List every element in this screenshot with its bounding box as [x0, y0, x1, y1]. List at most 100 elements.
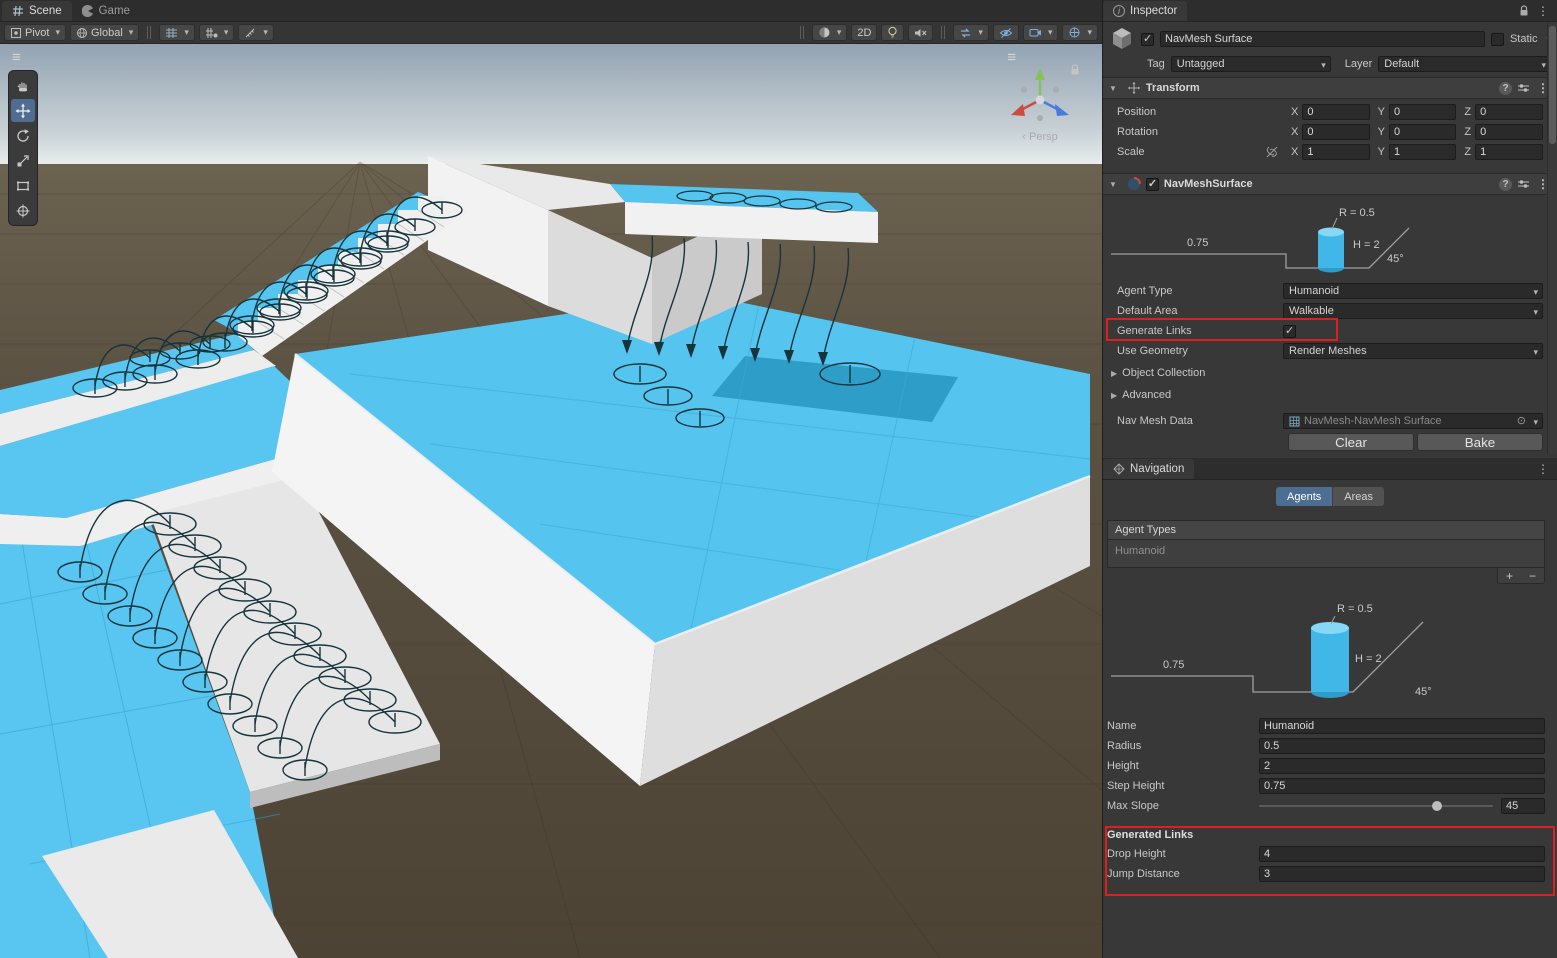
bake-button[interactable]: Bake [1417, 433, 1543, 451]
rotation-z-input[interactable] [1475, 124, 1543, 140]
shading-mode-dropdown[interactable] [812, 24, 848, 41]
2d-togg le-button[interactable]: 2D [851, 24, 877, 41]
gizmos-dropdown[interactable] [1062, 24, 1098, 41]
game-tab-label: Game [99, 5, 130, 17]
max-slope-input[interactable] [1501, 798, 1545, 814]
layer-dropdown[interactable]: Default [1378, 56, 1551, 72]
max-slope-slider-handle[interactable] [1432, 801, 1442, 811]
navigation-menu-icon[interactable]: ⋮ [1535, 462, 1551, 476]
position-y-input[interactable] [1389, 104, 1456, 120]
hand-tool[interactable] [11, 74, 35, 97]
scale-z-input[interactable] [1475, 144, 1543, 160]
tab-areas[interactable]: Areas [1332, 487, 1384, 506]
generate-links-checkbox[interactable] [1283, 325, 1296, 338]
name-row: Name [1103, 716, 1557, 736]
jump-distance-row: Jump Distance [1103, 864, 1557, 884]
drop-height-input[interactable] [1259, 846, 1545, 862]
tab-inspector[interactable]: i Inspector [1103, 1, 1187, 21]
rotation-x-input[interactable] [1302, 124, 1369, 140]
object-collection-foldout[interactable]: Object Collection [1103, 363, 1557, 383]
inspector-menu-icon[interactable]: ⋮ [1535, 4, 1551, 18]
object-picker-icon[interactable]: ⊙ [1517, 414, 1526, 428]
navmeshsurface-enabled-checkbox[interactable] [1146, 178, 1159, 191]
hand-icon [15, 78, 31, 94]
layer-label: Layer [1345, 58, 1373, 70]
scale-y-input[interactable] [1389, 144, 1456, 160]
gameobject-name-field[interactable] [1160, 31, 1485, 47]
rect-tool[interactable] [11, 174, 35, 197]
radius-input[interactable] [1259, 738, 1545, 754]
inspector-scrollbar-thumb[interactable] [1549, 26, 1556, 144]
max-slope-slider[interactable] [1259, 798, 1493, 814]
navmeshsurface-presets-icon[interactable] [1517, 178, 1530, 190]
gameobject-cube-icon[interactable] [1109, 26, 1135, 52]
transform-foldout-icon[interactable] [1109, 82, 1122, 94]
jump-distance-label: Jump Distance [1107, 868, 1259, 880]
inspector-lock-icon[interactable] [1519, 5, 1529, 17]
agent-types-header: Agent Types [1107, 520, 1545, 540]
nav-diagram-radius-label: R = 0.5 [1337, 603, 1373, 615]
nav-mesh-data-field[interactable]: NavMesh-NavMesh Surface ⊙ [1283, 413, 1543, 429]
agent-type-row: Agent Type Humanoid [1103, 281, 1557, 301]
agent-settings-diagram: R = 0.5 H = 2 0.75 45° [1103, 196, 1544, 280]
pivot-dropdown[interactable]: Pivot [4, 24, 66, 41]
transform-help-icon[interactable]: ? [1499, 82, 1512, 95]
remove-agent-button[interactable]: − [1529, 570, 1536, 582]
tag-dropdown[interactable]: Untagged [1171, 56, 1331, 72]
orientation-gizmo[interactable]: Persp [994, 60, 1086, 143]
increment-snap-toggle[interactable] [238, 24, 274, 41]
hidden-objects-toggle[interactable] [993, 24, 1019, 41]
move-tool[interactable] [11, 99, 35, 122]
tab-game[interactable]: Game [72, 1, 140, 21]
agent-type-item-humanoid[interactable]: Humanoid [1115, 545, 1165, 557]
transform-presets-icon[interactable] [1517, 82, 1530, 94]
grid-visibility-toggle[interactable] [159, 24, 195, 41]
agent-types-list[interactable]: Humanoid [1107, 540, 1545, 568]
global-dropdown[interactable]: Global [70, 24, 139, 41]
tab-scene[interactable]: Scene [2, 1, 72, 21]
inspector-scrollbar[interactable] [1547, 23, 1557, 454]
lighting-toggle-button[interactable] [881, 24, 904, 41]
position-x-input[interactable] [1302, 104, 1369, 120]
rotate-tool[interactable] [11, 124, 35, 147]
snap-settings-toggle[interactable] [199, 24, 235, 41]
effects-dropdown[interactable] [953, 24, 989, 41]
jump-distance-input[interactable] [1259, 866, 1545, 882]
projection-label[interactable]: Persp [994, 131, 1086, 143]
step-height-input[interactable] [1259, 778, 1545, 794]
name-input[interactable] [1259, 718, 1545, 734]
navmeshsurface-foldout-icon[interactable] [1109, 178, 1122, 190]
position-z-input[interactable] [1475, 104, 1543, 120]
static-checkbox[interactable] [1491, 33, 1504, 46]
add-agent-button[interactable]: + [1506, 570, 1513, 582]
navigation-tab-bar: Navigation ⋮ [1103, 458, 1557, 480]
use-geometry-dropdown[interactable]: Render Meshes [1283, 343, 1543, 359]
rotation-y-input[interactable] [1389, 124, 1456, 140]
diagram-step-label: 0.75 [1187, 237, 1208, 249]
navmeshsurface-help-icon[interactable]: ? [1499, 178, 1512, 191]
default-area-dropdown[interactable]: Walkable [1283, 303, 1543, 319]
nav-mesh-data-row: Nav Mesh Data NavMesh-NavMesh Surface ⊙ [1103, 411, 1557, 431]
nav-mesh-data-value: NavMesh-NavMesh Surface [1304, 414, 1442, 428]
pivot-icon [10, 27, 22, 39]
advanced-foldout[interactable]: Advanced [1103, 385, 1557, 405]
transform-header[interactable]: Transform ? ⋮ [1103, 77, 1557, 99]
clear-button[interactable]: Clear [1288, 433, 1414, 451]
tab-navigation[interactable]: Navigation [1103, 459, 1194, 479]
inspector-tab-label: Inspector [1130, 5, 1177, 17]
constrain-proportions-icon[interactable] [1265, 146, 1279, 158]
tab-agents[interactable]: Agents [1276, 487, 1332, 506]
generated-links-title: Generated Links [1103, 826, 1557, 844]
audio-toggle-button[interactable] [908, 24, 933, 41]
tools-overlay-menu-icon[interactable]: ≡ [12, 50, 21, 65]
gameobject-active-checkbox[interactable] [1141, 33, 1154, 46]
axis-label-x: X [1291, 106, 1298, 118]
transform-tool[interactable] [11, 199, 35, 222]
scale-tool[interactable] [11, 149, 35, 172]
camera-overlay-dropdown[interactable] [1023, 24, 1059, 41]
height-input[interactable] [1259, 758, 1545, 774]
navmeshsurface-header[interactable]: NavMeshSurface ? ⋮ [1103, 173, 1557, 195]
scale-x-input[interactable] [1302, 144, 1369, 160]
agent-type-dropdown[interactable]: Humanoid [1283, 283, 1543, 299]
scene-viewport[interactable]: ≡ ≡ [0, 44, 1102, 958]
